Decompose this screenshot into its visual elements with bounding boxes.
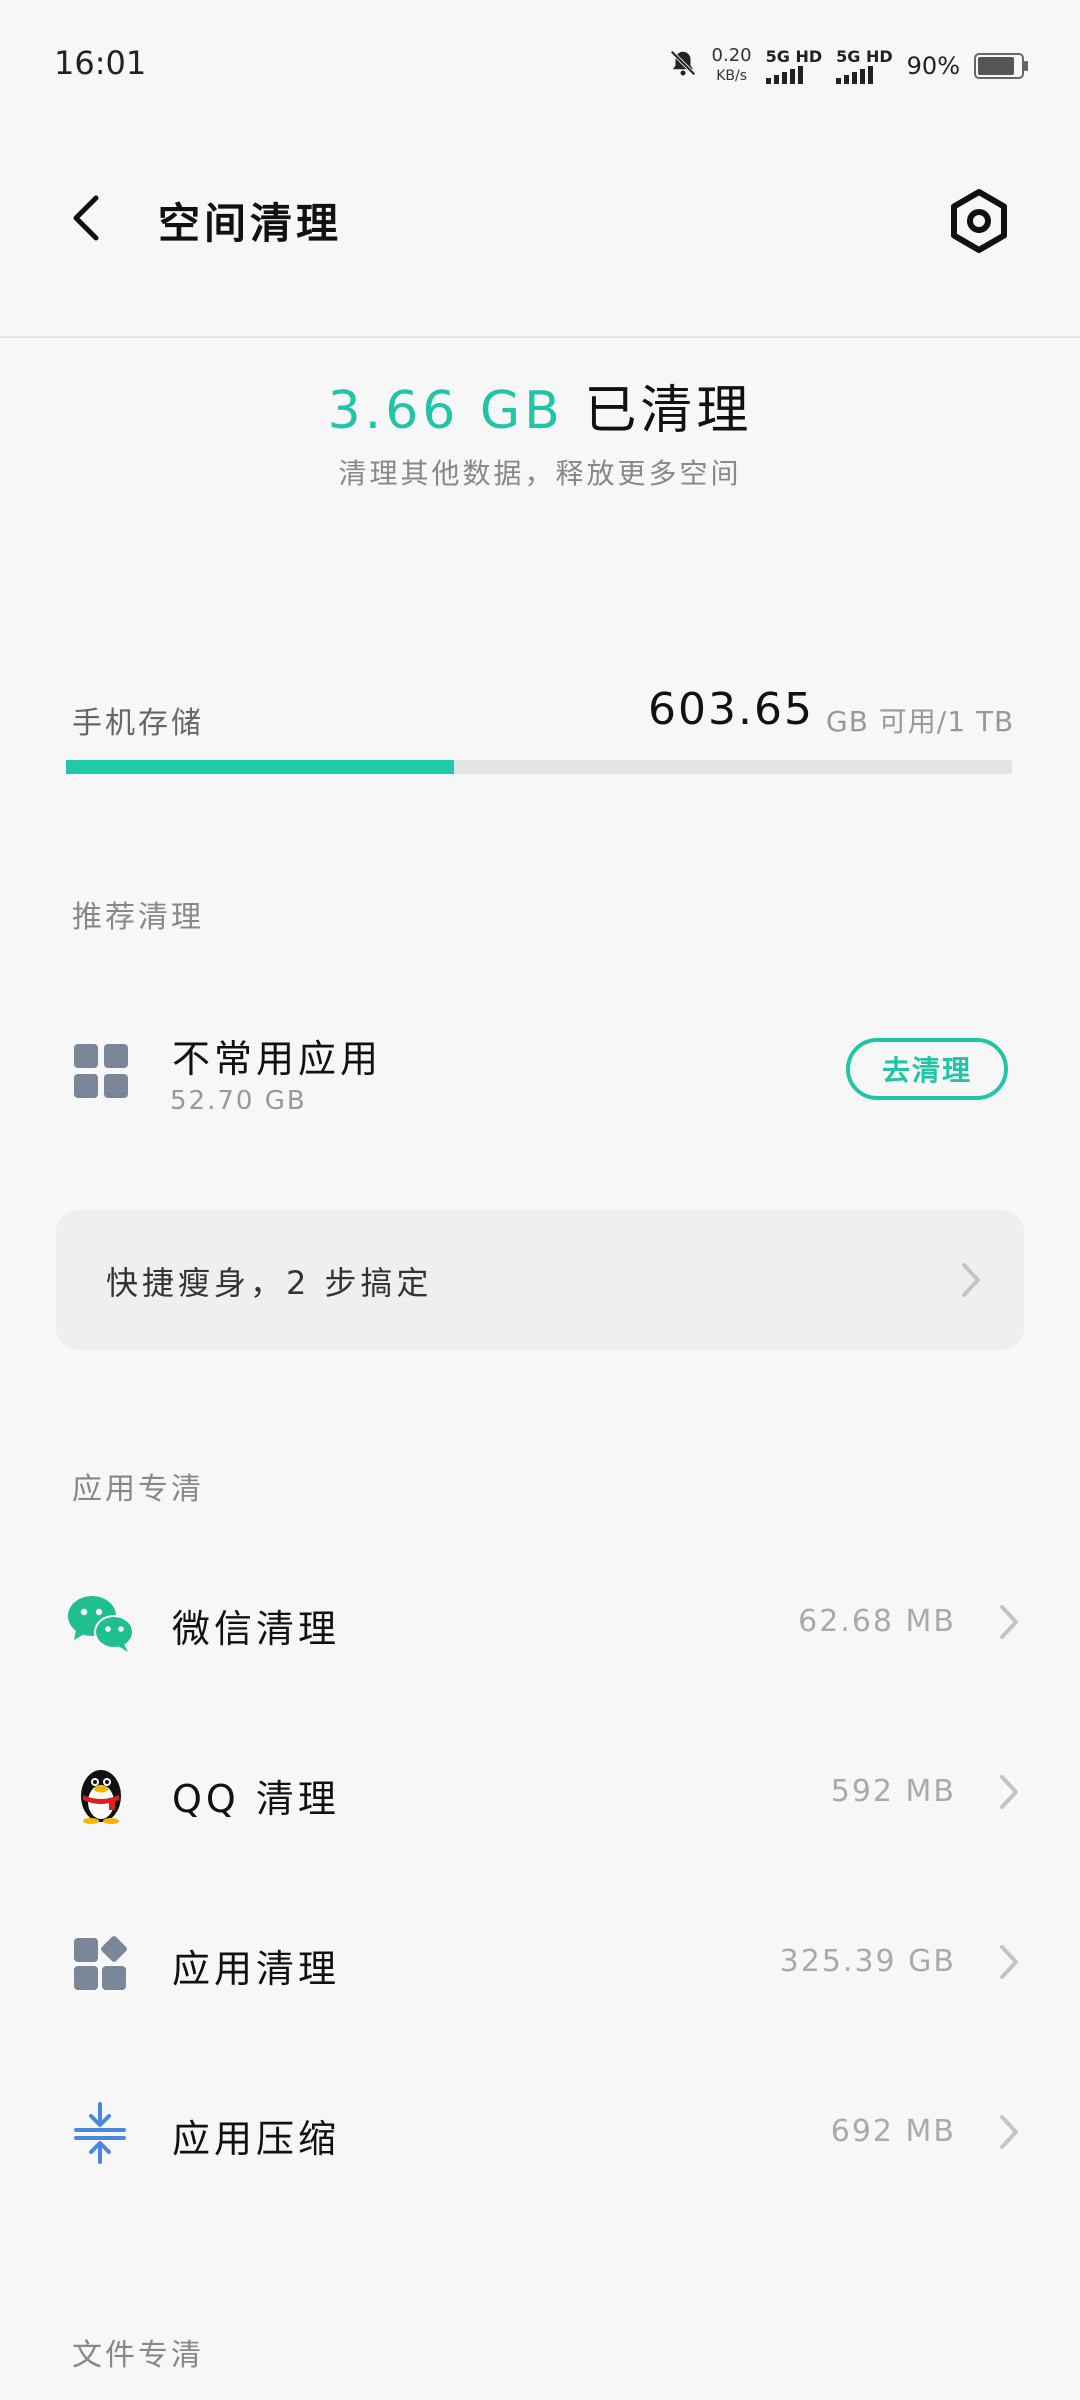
net-speed: 0.20 KB/s	[712, 46, 752, 86]
section-title-file: 文件专清	[72, 2338, 204, 2373]
signal-bars-icon	[836, 66, 874, 84]
cleaned-suffix: 已清理	[584, 381, 753, 441]
quick-slim-label: 快捷瘦身，2 步搞定	[106, 1264, 433, 1302]
gear-icon	[951, 189, 1007, 253]
storage-label: 手机存储	[72, 706, 204, 741]
app-grid-icon	[74, 1044, 128, 1098]
chevron-right-icon	[996, 1602, 1022, 1642]
list-item-wechat[interactable]: 微信清理 62.68 MB	[0, 1548, 1080, 1698]
cleaned-summary: 3.66 GB 已清理	[0, 368, 1080, 443]
chevron-right-icon	[996, 2112, 1022, 2152]
app-clean-size: 325.39 GB	[779, 1944, 956, 1979]
chevron-right-icon	[996, 1772, 1022, 1812]
chevron-left-icon	[73, 195, 99, 241]
wechat-icon	[66, 1592, 136, 1654]
go-clean-button[interactable]: 去清理	[846, 1038, 1008, 1100]
storage-progress-fill	[66, 760, 454, 774]
signal-bars-icon	[765, 66, 803, 84]
summary-subtitle: 清理其他数据，释放更多空间	[338, 457, 742, 490]
header-divider	[0, 336, 1080, 338]
net-speed-unit: KB/s	[716, 68, 747, 84]
app-compress-label: 应用压缩	[172, 2117, 341, 2161]
sim2-label: 5G HD	[836, 47, 893, 66]
list-item-app-compress[interactable]: 应用压缩 692 MB	[0, 2058, 1080, 2208]
battery-percent: 90%	[906, 52, 960, 80]
qq-penguin-icon	[66, 1762, 136, 1824]
mute-bell-icon	[668, 48, 698, 84]
sim1-signal: 5G HD	[765, 47, 823, 84]
apps-icon	[66, 1932, 136, 1994]
app-compress-size: 692 MB	[830, 2114, 956, 2149]
unused-apps-size: 52.70 GB	[170, 1086, 307, 1116]
status-time: 16:01	[54, 44, 147, 82]
sim2-signal: 5G HD	[836, 48, 893, 84]
app-clean-label: 应用清理	[172, 1947, 341, 1991]
status-icons: 0.20 KB/s 5G HD 5G HD 90%	[668, 46, 1028, 86]
net-speed-value: 0.20	[711, 45, 752, 66]
settings-button[interactable]	[944, 186, 1014, 256]
battery-icon	[974, 53, 1028, 79]
chevron-right-icon	[958, 1260, 984, 1300]
chevron-right-icon	[996, 1942, 1022, 1982]
wechat-clean-size: 62.68 MB	[798, 1604, 956, 1639]
list-item-qq[interactable]: QQ 清理 592 MB	[0, 1718, 1080, 1868]
storage-unit: GB 可用/1 TB	[826, 705, 1015, 738]
storage-available: 603.65	[648, 684, 814, 735]
qq-clean-size: 592 MB	[830, 1774, 956, 1809]
sim1-label: 5G HD	[765, 47, 823, 66]
wechat-clean-label: 微信清理	[172, 1607, 341, 1651]
section-title-app: 应用专清	[72, 1472, 204, 1507]
back-button[interactable]	[58, 188, 118, 248]
list-item-app-clean[interactable]: 应用清理 325.39 GB	[0, 1888, 1080, 2038]
unused-apps-label: 不常用应用	[172, 1037, 383, 1081]
quick-slim-card[interactable]: 快捷瘦身，2 步搞定	[56, 1210, 1024, 1350]
qq-clean-label: QQ 清理	[172, 1777, 340, 1821]
compress-icon	[66, 2102, 136, 2164]
section-title-recommended: 推荐清理	[72, 900, 204, 935]
storage-progress-bar	[66, 760, 1012, 774]
cleaned-amount: 3.66 GB	[327, 381, 564, 441]
page-title: 空间清理	[158, 199, 343, 248]
